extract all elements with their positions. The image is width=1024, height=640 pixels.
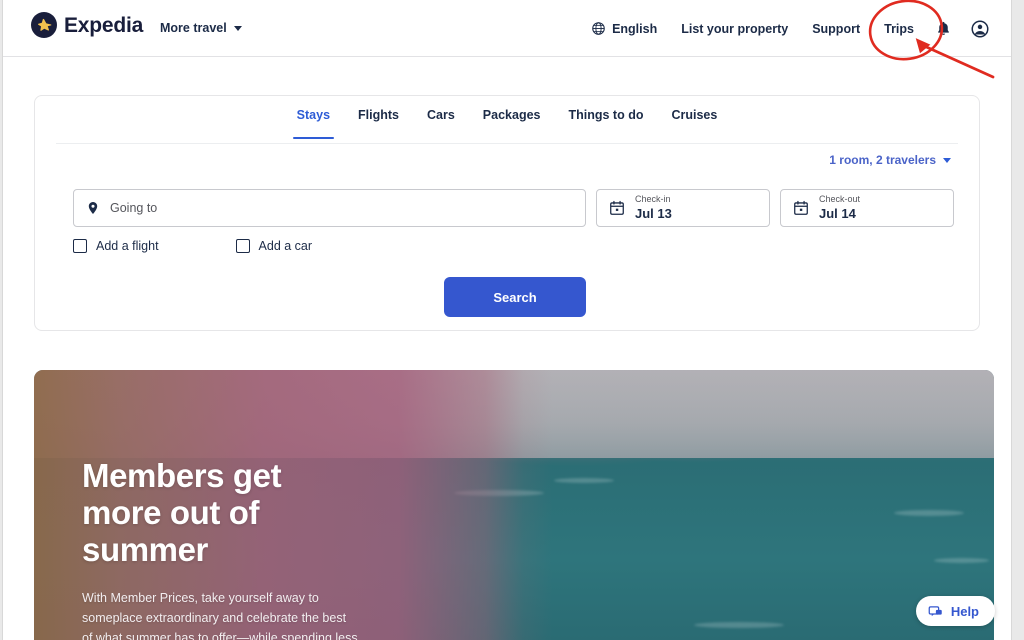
account-button[interactable] [961, 11, 999, 47]
hero-content: Members get more out of summer With Memb… [82, 457, 502, 640]
tab-flights-label: Flights [358, 108, 399, 122]
chevron-down-icon [233, 25, 242, 31]
account-circle-icon [971, 19, 989, 38]
expedia-logo[interactable]: Expedia [31, 12, 143, 38]
hero-title-line-3: summer [82, 530, 208, 568]
check-in-text: Check-in Jul 13 [635, 194, 672, 222]
check-in-label: Check-in [635, 194, 671, 205]
hero-title: Members get more out of summer [82, 457, 502, 569]
check-out-field[interactable]: Check-out Jul 14 [780, 189, 954, 227]
hero-subtitle-line-3: of what summer has to offer—while spendi… [82, 631, 362, 640]
tab-stays[interactable]: Stays [283, 96, 344, 139]
support-link[interactable]: Support [800, 14, 872, 44]
check-in-field[interactable]: Check-in Jul 13 [596, 189, 770, 227]
chevron-down-icon [943, 157, 951, 163]
add-flight-checkbox[interactable] [73, 239, 87, 253]
trips-label: Trips [884, 21, 914, 36]
more-travel-label: More travel [160, 21, 227, 35]
language-label: English [612, 21, 658, 36]
chat-bubble-icon [928, 605, 942, 616]
airplane-circle-icon [31, 12, 57, 38]
tab-cruises[interactable]: Cruises [657, 96, 731, 134]
tab-cars-label: Cars [427, 108, 455, 122]
site-header: Expedia More travel English List your pr… [3, 0, 1011, 57]
travelers-label: 1 room, 2 travelers [829, 153, 936, 167]
trips-link[interactable]: Trips [872, 14, 926, 44]
bell-icon [938, 21, 949, 35]
hero-subtitle-line-2: someplace extraordinary and celebrate th… [82, 611, 347, 626]
tab-stays-label: Stays [296, 108, 331, 122]
check-in-value: Jul 13 [635, 205, 672, 221]
list-your-property-label: List your property [681, 21, 789, 36]
search-widget: Stays Flights Cars Packages Things to do… [34, 95, 980, 331]
tab-packages[interactable]: Packages [469, 96, 555, 134]
destination-placeholder: Going to [110, 201, 158, 215]
tabs-divider [56, 143, 958, 144]
search-options: Add a flight Add a car [73, 239, 312, 253]
add-car-checkbox-row[interactable]: Add a car [235, 239, 313, 253]
hero-title-line-2: more out of [82, 493, 260, 531]
language-selector[interactable]: English [579, 13, 669, 44]
list-your-property-link[interactable]: List your property [669, 14, 800, 44]
header-nav: English List your property Support Trips [579, 0, 999, 57]
check-out-text: Check-out Jul 14 [819, 194, 860, 222]
globe-icon [592, 22, 605, 35]
support-label: Support [812, 21, 861, 36]
brand-name: Expedia [64, 13, 144, 37]
tab-flights[interactable]: Flights [344, 96, 413, 134]
add-flight-checkbox-row[interactable]: Add a flight [73, 239, 159, 253]
browser-viewport: Expedia More travel English List your pr… [2, 0, 1012, 640]
calendar-icon [794, 200, 808, 215]
calendar-icon [610, 200, 624, 215]
location-pin-icon [88, 202, 98, 214]
screenshot-root: Expedia More travel English List your pr… [0, 0, 1024, 640]
tab-cars[interactable]: Cars [413, 96, 469, 134]
search-button[interactable]: Search [444, 277, 586, 317]
travelers-selector[interactable]: 1 room, 2 travelers [829, 153, 951, 167]
tab-packages-label: Packages [482, 108, 541, 122]
destination-field[interactable]: Going to [73, 189, 586, 227]
search-tabs: Stays Flights Cars Packages Things to do… [35, 96, 979, 143]
hero-subtitle-line-1: With Member Prices, take yourself away t… [82, 590, 319, 605]
hero-banner[interactable]: Members get more out of summer With Memb… [34, 370, 994, 640]
hero-subtitle: With Member Prices, take yourself away t… [82, 588, 502, 640]
add-flight-label: Add a flight [96, 239, 159, 253]
tab-things-to-do-label: Things to do [568, 108, 644, 122]
help-label: Help [950, 603, 979, 619]
add-car-checkbox[interactable] [235, 239, 250, 253]
notifications-button[interactable] [926, 12, 961, 45]
tab-cruises-label: Cruises [671, 108, 718, 122]
check-out-label: Check-out [819, 194, 861, 205]
tab-things-to-do[interactable]: Things to do [554, 96, 657, 134]
search-fields-row: Going to Check-in Jul 13 Check-out Jul 1… [73, 189, 954, 227]
more-travel-menu[interactable]: More travel [160, 21, 242, 35]
add-car-label: Add a car [258, 239, 313, 253]
help-button[interactable]: Help [915, 596, 995, 626]
check-out-value: Jul 14 [819, 205, 856, 221]
hero-title-line-1: Members get [82, 457, 282, 494]
